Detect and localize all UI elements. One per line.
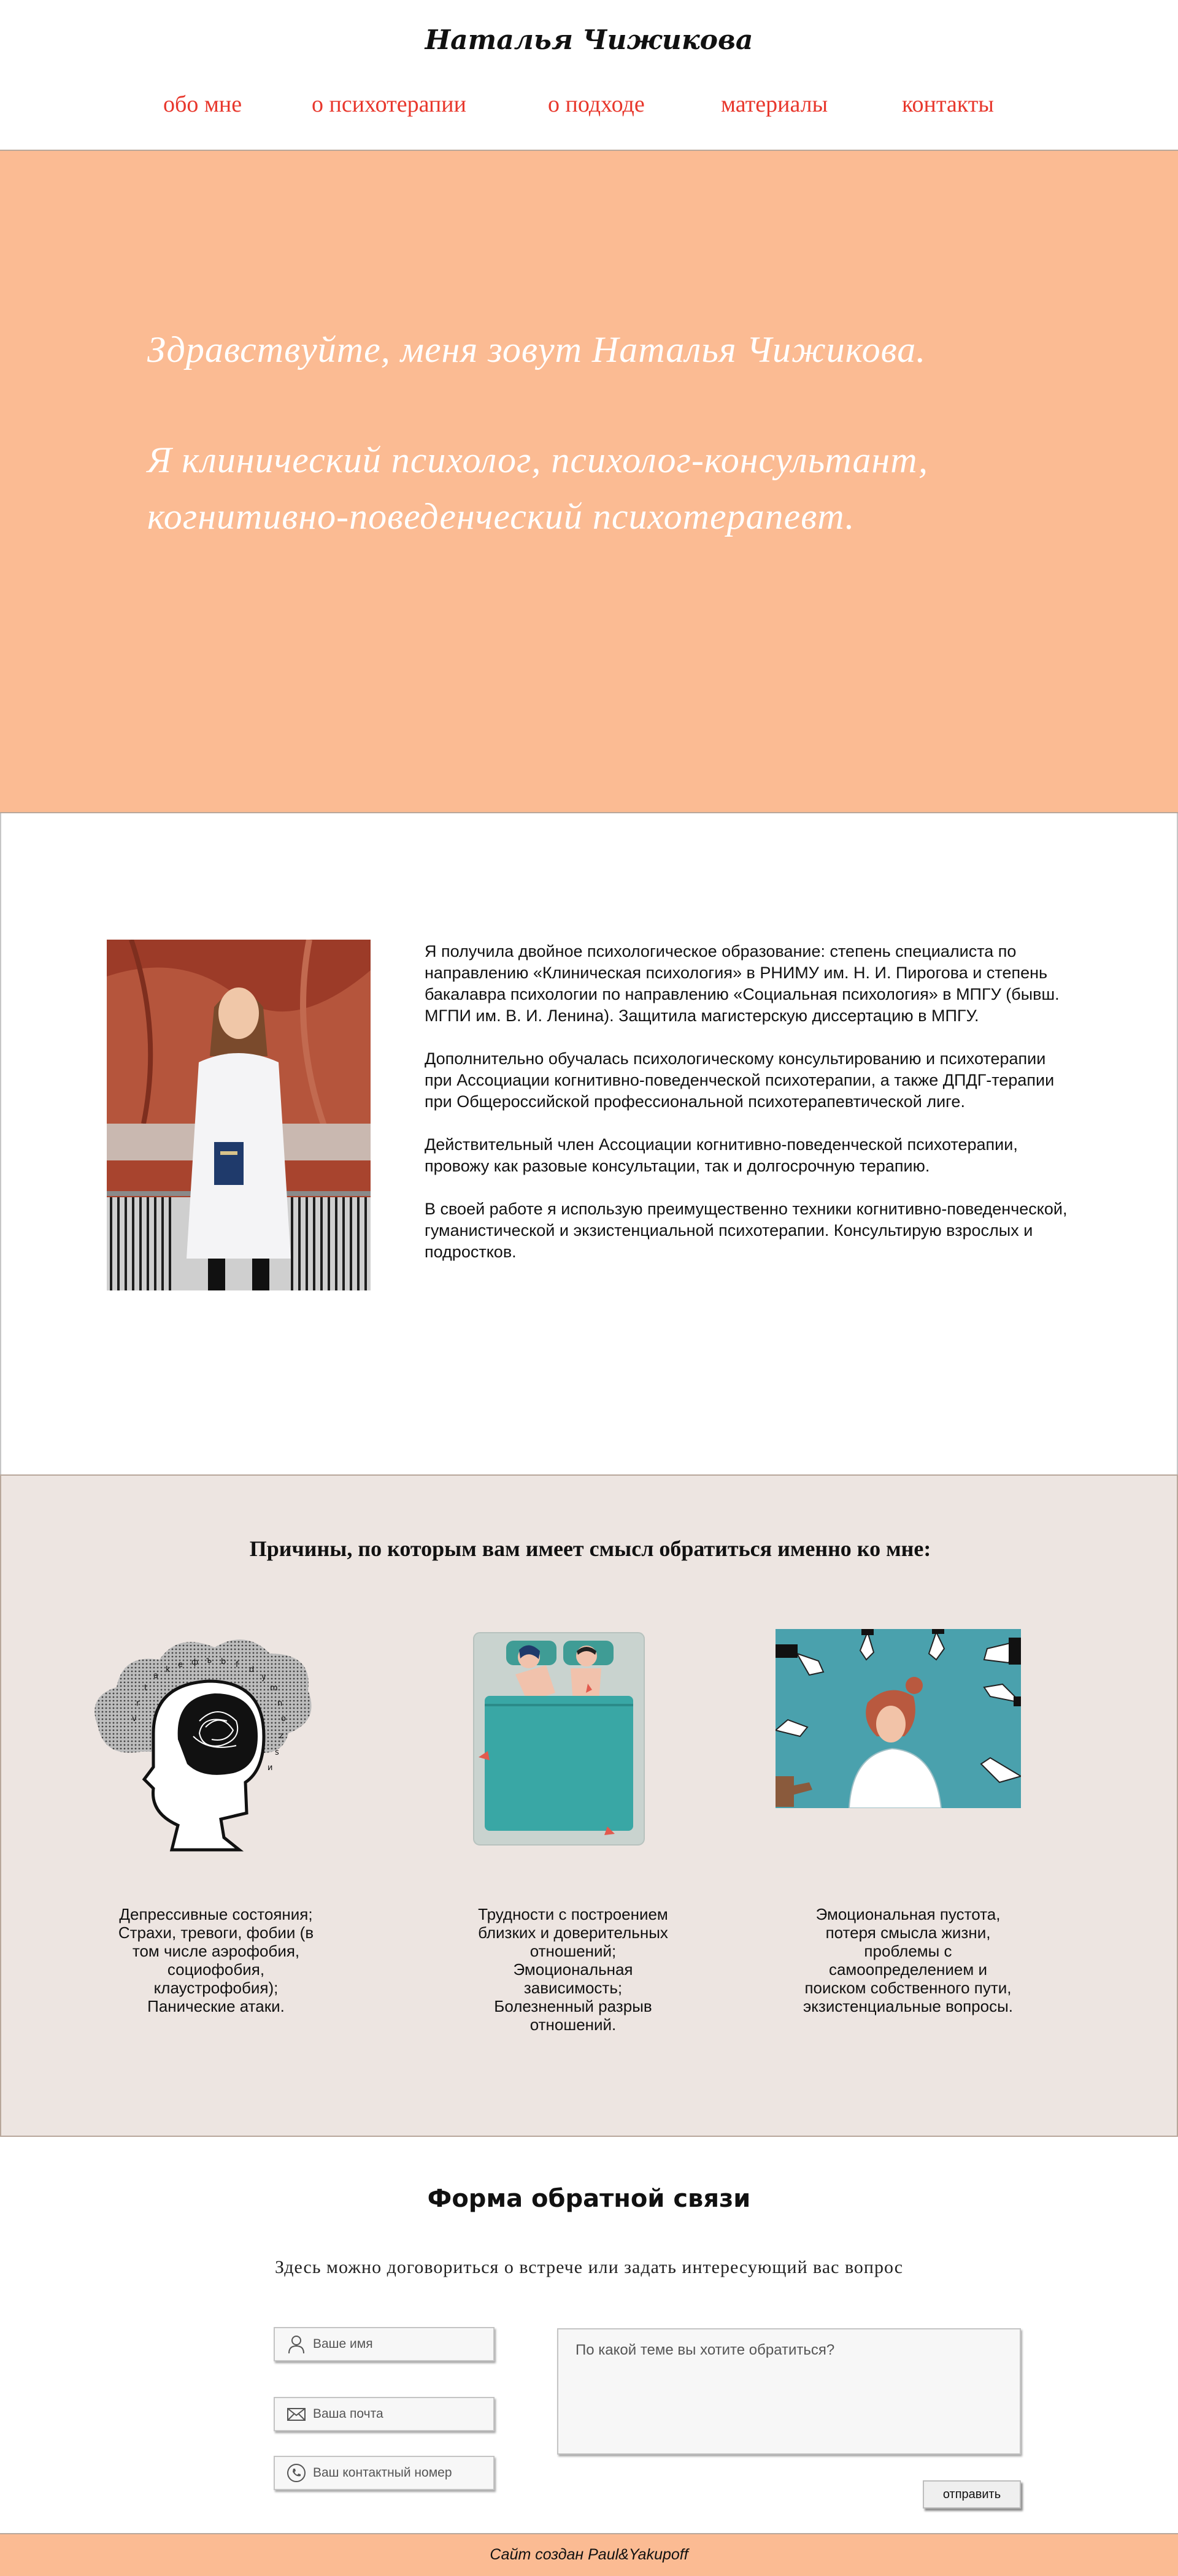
svg-text:k: k <box>166 1665 171 1674</box>
phone-field[interactable] <box>274 2456 495 2490</box>
envelope-icon <box>287 2408 306 2421</box>
svg-text:t: t <box>144 1684 147 1693</box>
email-input[interactable] <box>313 2407 479 2421</box>
svg-text:d: d <box>249 1665 254 1674</box>
nav-item-materials[interactable]: материалы <box>721 91 828 118</box>
nav-item-psychotherapy[interactable]: о психотерапии <box>312 91 466 118</box>
svg-text:z: z <box>279 1731 283 1741</box>
reason-text-3-label: Эмоциональная пустота, потеря смысла жиз… <box>803 1905 1014 2015</box>
phone-icon <box>287 2464 306 2482</box>
nav-item-approach[interactable]: о подходе <box>548 91 645 118</box>
nav-item-contacts[interactable]: контакты <box>902 91 994 118</box>
about-paragraph: Действительный член Ассоциации когнитивн… <box>425 1135 1018 1175</box>
reasons-title: Причины, по которым вам имеет смысл обра… <box>249 1536 931 1561</box>
message-field[interactable] <box>557 2328 1021 2455</box>
reason-text-3: Эмоциональная пустота, потеря смысла жиз… <box>798 1905 1018 2015</box>
name-input[interactable] <box>313 2337 479 2352</box>
nav-item-about[interactable]: обо мне <box>163 91 242 118</box>
svg-text:и: и <box>268 1763 272 1773</box>
svg-text:b: b <box>221 1657 226 1666</box>
head-cloud-illustration: akeф ъb f d ymno zsи t rv <box>86 1629 320 1856</box>
phone-input[interactable] <box>313 2466 479 2480</box>
feedback-title: Форма обратной связи <box>427 2185 751 2213</box>
about-paragraph: Дополнительно обучалась психологическому… <box>425 1049 1055 1111</box>
user-icon <box>288 2336 304 2354</box>
svg-text:a: a <box>153 1671 158 1681</box>
email-field[interactable] <box>274 2397 495 2431</box>
main-nav: обо мне о психотерапии о подходе материа… <box>0 91 1178 124</box>
svg-text:o: o <box>281 1714 286 1723</box>
hero-intro-line2: когнитивно-поведенческий психотерапевт. <box>147 496 855 537</box>
svg-text:ф: ф <box>191 1658 198 1667</box>
hero-section: Здравствуйте, меня зовут Наталья Чижиков… <box>0 150 1178 813</box>
svg-text:f: f <box>236 1660 239 1669</box>
pointing-fingers-illustration <box>774 1629 1023 1809</box>
svg-text:s: s <box>275 1748 279 1757</box>
svg-text:n: n <box>277 1699 282 1708</box>
name-field[interactable] <box>274 2327 495 2361</box>
about-section: Я получила двойное психологическое образ… <box>0 813 1178 1474</box>
hero-greeting: Здравствуйте, меня зовут Наталья Чижиков… <box>147 329 926 370</box>
reason-text-1-label: Депрессивные состояния; Страхи, тревоги,… <box>118 1905 314 2015</box>
site-title: Наталья Чижикова <box>425 25 753 56</box>
couple-bed-illustration <box>472 1631 645 1846</box>
message-textarea[interactable] <box>558 2329 1020 2453</box>
svg-text:m: m <box>270 1684 278 1693</box>
about-paragraph: Я получила двойное психологическое образ… <box>425 942 1060 1025</box>
hero-intro-line1: Я клинический психолог, психолог-консуль… <box>147 440 929 480</box>
reason-text-2-label: Трудности с построением близких и довери… <box>478 1905 668 2034</box>
svg-text:y: y <box>261 1673 266 1682</box>
svg-text:v: v <box>132 1714 137 1723</box>
reason-text-1: Депрессивные состояния; Страхи, тревоги,… <box>106 1905 326 2015</box>
footer-credit: Сайт создан Paul&Yakupoff <box>490 2546 688 2563</box>
portrait-photo <box>107 940 371 1290</box>
svg-text:ъ: ъ <box>206 1656 212 1665</box>
about-text: Я получила двойное психологическое образ… <box>425 941 1075 1284</box>
reason-text-2: Трудности с построением близких и довери… <box>463 1905 683 2034</box>
about-paragraph: В своей работе я использую преимуществен… <box>425 1200 1068 1261</box>
footer: Сайт создан Paul&Yakupoff <box>0 2533 1178 2576</box>
reasons-section: Причины, по которым вам имеет смысл обра… <box>0 1474 1178 2137</box>
svg-text:r: r <box>136 1699 140 1708</box>
send-button[interactable]: отправить <box>923 2480 1021 2509</box>
feedback-subtitle: Здесь можно договориться о встрече или з… <box>274 2257 904 2277</box>
svg-text:e: e <box>178 1660 183 1669</box>
